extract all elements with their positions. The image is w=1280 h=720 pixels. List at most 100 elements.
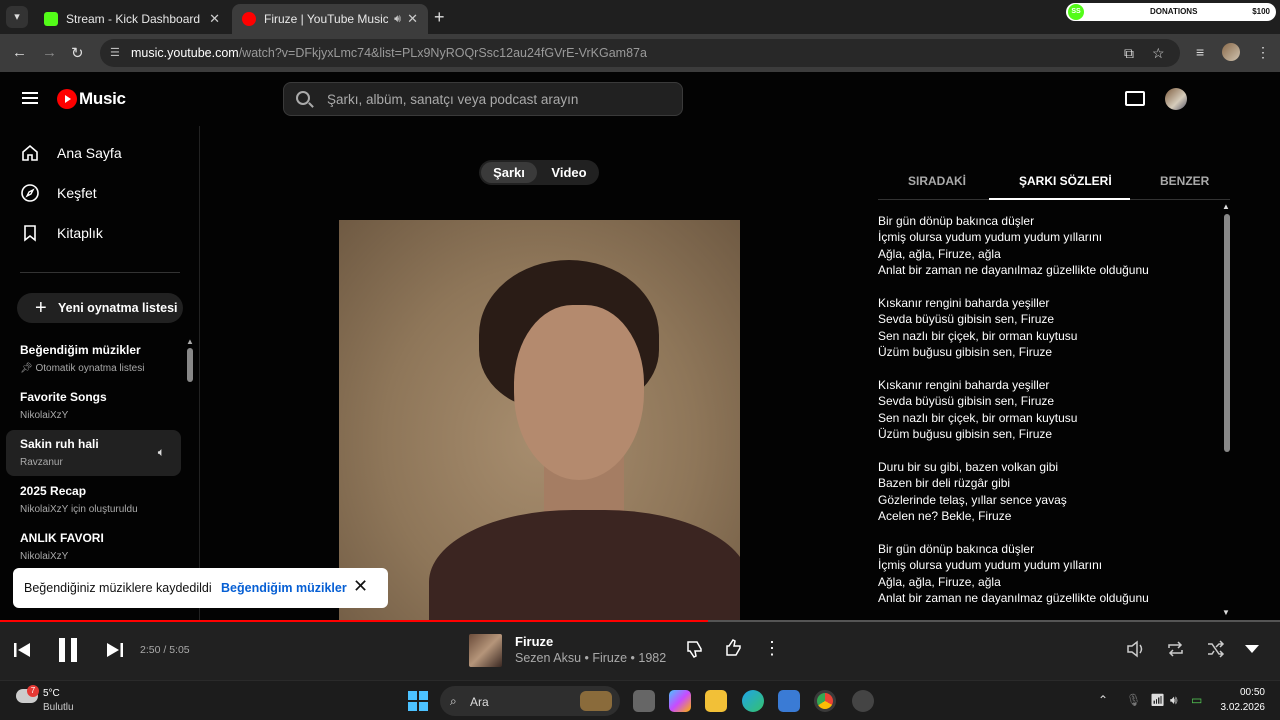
weather-condition[interactable]: Bulutlu bbox=[43, 702, 74, 713]
progress-bar[interactable] bbox=[0, 620, 1280, 622]
shuffle-icon[interactable] bbox=[1206, 640, 1225, 658]
scroll-down-arrow-icon[interactable]: ▼ bbox=[1222, 608, 1230, 617]
taskbar-search[interactable]: ⌕ Ara bbox=[440, 686, 620, 716]
sidebar-item-library[interactable]: Kitaplık bbox=[20, 223, 103, 243]
playlist-item[interactable]: Beğendiğim müzikler 📌︎ Otomatik oynatma … bbox=[6, 336, 181, 382]
lyric-line: Gözlerinde telaş, yıllar sence yavaş bbox=[878, 492, 1067, 507]
chevron-down-icon[interactable] bbox=[1244, 644, 1260, 654]
tab-youtube-music[interactable]: Firuze | YouTube Music 🔊︎ ✕ bbox=[232, 4, 428, 34]
tab-search-button[interactable]: ▾ bbox=[6, 6, 28, 28]
chrome-icon[interactable] bbox=[814, 690, 836, 712]
home-icon bbox=[22, 144, 38, 161]
file-explorer-icon[interactable] bbox=[705, 690, 727, 712]
copilot-icon[interactable] bbox=[669, 690, 691, 712]
dislike-icon[interactable] bbox=[685, 640, 703, 658]
toast-action-link[interactable]: Beğendiğim müzikler bbox=[221, 581, 347, 595]
next-track-icon[interactable] bbox=[106, 642, 124, 658]
playlist-item[interactable]: 2025 Recap NikolaiXzY için oluşturuldu bbox=[6, 477, 181, 523]
show-hidden-icons-icon[interactable]: ⌃ bbox=[1098, 693, 1108, 707]
playlist-item[interactable]: ANLIK FAVORI NikolaiXzY bbox=[6, 524, 181, 570]
close-tab-icon[interactable]: ✕ bbox=[407, 11, 418, 27]
new-playlist-label: Yeni oynatma listesi bbox=[58, 301, 178, 315]
browser-menu-icon[interactable]: ⋮ bbox=[1256, 44, 1270, 61]
site-info-icon[interactable]: ☰ bbox=[110, 39, 120, 67]
tab-audio-icon[interactable]: 🔊︎ bbox=[394, 13, 401, 26]
install-app-icon[interactable]: ⧉ bbox=[1124, 39, 1134, 67]
lyric-line: İçmiş olursa yudum yudum yudum yıllarını bbox=[878, 558, 1103, 573]
lyrics-stanza: Bir gün dönüp bakınca düşler İçmiş olursa… bbox=[878, 541, 1208, 607]
tab-lyrics[interactable]: ŞARKI SÖZLERİ bbox=[1019, 174, 1112, 188]
lyric-line: İçmiş olursa yudum yudum yudum yıllarını bbox=[878, 230, 1103, 245]
reload-icon[interactable]: ↻ bbox=[71, 44, 84, 62]
edge-icon[interactable] bbox=[742, 690, 764, 712]
browser-profile-avatar[interactable] bbox=[1222, 43, 1240, 61]
plus-icon: + bbox=[35, 297, 47, 319]
avatar[interactable] bbox=[1165, 88, 1187, 110]
url-text: music.youtube.com/watch?v=DFkjyxLmc74&li… bbox=[131, 39, 647, 67]
artwork-face-shape bbox=[514, 305, 644, 480]
back-arrow-icon[interactable]: ← bbox=[12, 44, 27, 61]
lyrics-scrollbar[interactable] bbox=[1224, 214, 1230, 452]
playlist-subtitle: NikolaiXzY bbox=[20, 410, 69, 421]
youtube-music-app: Music Şarkı, albüm, sanatçı veya podcast… bbox=[0, 72, 1280, 680]
new-tab-button[interactable]: + bbox=[434, 7, 445, 28]
video-toggle-button[interactable]: Video bbox=[541, 162, 597, 183]
new-playlist-button[interactable]: + Yeni oynatma listesi bbox=[17, 293, 183, 323]
clock-time[interactable]: 00:50 bbox=[1221, 687, 1265, 698]
sidebar-item-explore[interactable]: Keşfet bbox=[20, 183, 97, 203]
windows-start-icon[interactable] bbox=[408, 691, 428, 711]
battery-icon[interactable]: ▭ bbox=[1191, 693, 1202, 707]
active-tab-underline bbox=[989, 198, 1130, 200]
hamburger-menu-icon[interactable] bbox=[22, 92, 38, 104]
microphone-icon[interactable]: 🎙︎ bbox=[1126, 693, 1141, 707]
search-highlight-image bbox=[580, 691, 612, 711]
toast-message: Beğendiğiniz müziklere kaydedildi bbox=[24, 581, 212, 595]
temperature[interactable]: 5°C bbox=[43, 688, 60, 699]
forward-arrow-icon[interactable]: → bbox=[42, 44, 57, 61]
close-icon[interactable]: ✕ bbox=[353, 576, 368, 597]
playlist-item[interactable]: Sakin ruh hali Ravzanur 🔈︎ bbox=[6, 430, 181, 476]
playlist-title: Beğendiğim müzikler bbox=[20, 343, 141, 357]
previous-track-icon[interactable] bbox=[13, 642, 31, 658]
tab-related[interactable]: BENZER bbox=[1160, 174, 1209, 188]
address-bar[interactable]: ☰ music.youtube.com/watch?v=DFkjyxLmc74&… bbox=[100, 39, 1180, 67]
clock-date[interactable]: 3.02.2026 bbox=[1213, 702, 1266, 713]
url-host: music.youtube.com bbox=[131, 46, 239, 60]
tab-up-next[interactable]: SIRADAKİ bbox=[908, 174, 966, 188]
youtube-music-logo-icon[interactable] bbox=[57, 89, 77, 109]
wifi-icon[interactable]: 📶︎ bbox=[1150, 693, 1165, 707]
lyric-line: Sevda büyüsü gibisin sen, Firuze bbox=[878, 312, 1055, 327]
bookmark-star-icon[interactable]: ☆ bbox=[1152, 39, 1165, 67]
task-view-icon[interactable] bbox=[633, 690, 655, 712]
url-path: /watch?v=DFkjyxLmc74&list=PLx9NyROQrSsc1… bbox=[238, 46, 647, 60]
now-playing-title[interactable]: Firuze bbox=[515, 634, 553, 649]
scroll-up-arrow-icon[interactable]: ▲ bbox=[186, 337, 194, 346]
store-icon[interactable] bbox=[778, 690, 800, 712]
repeat-icon[interactable] bbox=[1166, 640, 1185, 658]
pause-icon[interactable] bbox=[57, 636, 79, 664]
tab-kick-dashboard[interactable]: Stream - Kick Dashboard ✕ bbox=[34, 4, 230, 34]
tab-title: Firuze | YouTube Music bbox=[264, 12, 389, 26]
volume-icon[interactable] bbox=[1126, 640, 1145, 658]
close-tab-icon[interactable]: ✕ bbox=[209, 11, 220, 27]
playlist-item[interactable]: Favorite Songs NikolaiXzY bbox=[6, 383, 181, 429]
search-input[interactable]: Şarkı, albüm, sanatçı veya podcast arayı… bbox=[283, 82, 683, 116]
obs-icon[interactable] bbox=[852, 690, 874, 712]
song-toggle-button[interactable]: Şarkı bbox=[481, 162, 537, 183]
like-icon[interactable] bbox=[724, 639, 742, 657]
cast-icon[interactable] bbox=[1125, 91, 1145, 106]
logo-text[interactable]: Music bbox=[79, 89, 126, 109]
sidebar-item-label: Keşfet bbox=[57, 185, 97, 201]
search-icon: ⌕ bbox=[450, 694, 457, 708]
sidebar-item-home[interactable]: Ana Sayfa bbox=[20, 143, 122, 163]
more-options-icon[interactable]: ⋮ bbox=[763, 638, 781, 659]
app-header: Music Şarkı, albüm, sanatçı veya podcast… bbox=[0, 72, 1280, 126]
compass-icon bbox=[21, 184, 39, 202]
media-control-icon[interactable]: ≡ bbox=[1196, 44, 1204, 60]
lyric-line: Kıskanır rengini baharda yeşiller bbox=[878, 296, 1050, 311]
now-playing-thumbnail[interactable] bbox=[469, 634, 502, 667]
now-playing-subtitle[interactable]: Sezen Aksu • Firuze • 1982 bbox=[515, 651, 666, 665]
speaker-icon[interactable]: 🔊︎ bbox=[1170, 693, 1178, 708]
scroll-up-arrow-icon[interactable]: ▲ bbox=[1222, 202, 1230, 211]
sidebar-scrollbar[interactable] bbox=[187, 348, 193, 382]
